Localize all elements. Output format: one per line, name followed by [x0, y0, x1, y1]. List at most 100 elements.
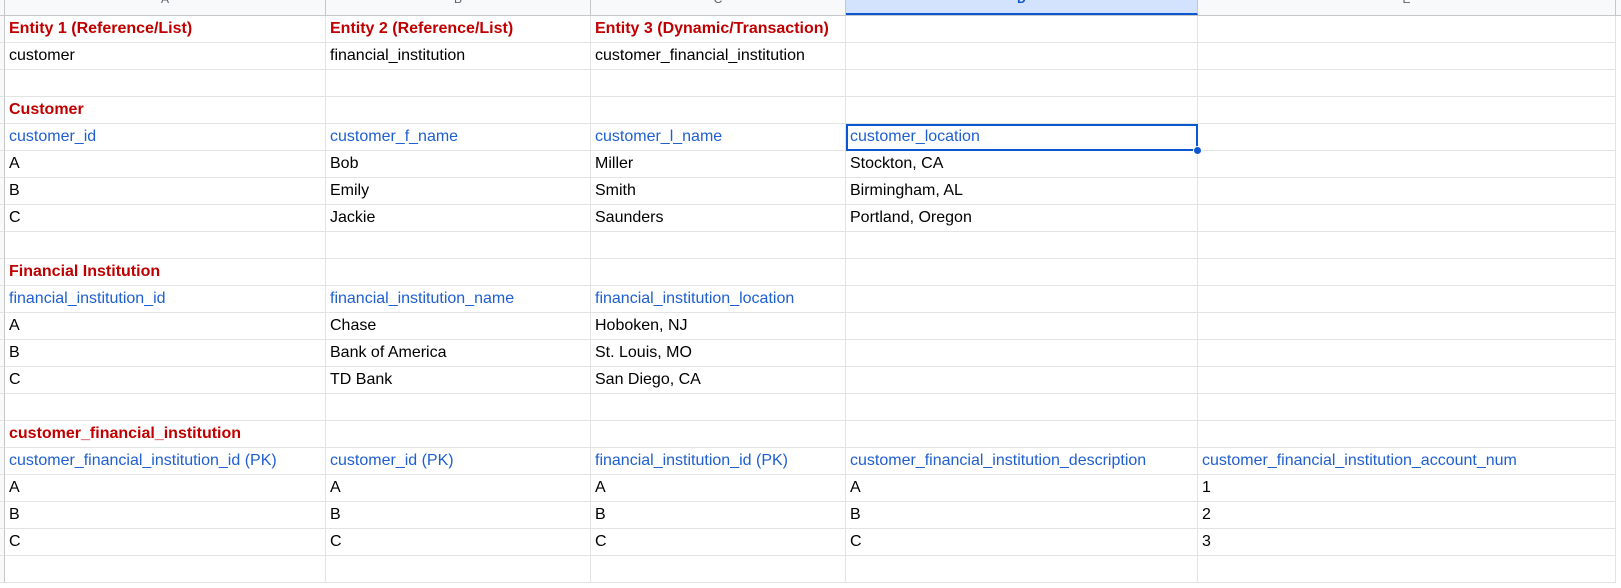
cell-d7[interactable]: Birmingham, AL — [846, 178, 1198, 205]
cell-a5[interactable]: customer_id — [5, 124, 326, 151]
cell-a12[interactable]: A — [5, 313, 326, 340]
cell-b20[interactable]: C — [326, 529, 591, 556]
cell-d18[interactable]: A — [846, 475, 1198, 502]
cell-d3[interactable] — [846, 70, 1198, 97]
cell-d15[interactable] — [846, 394, 1198, 421]
cell-c3[interactable] — [591, 70, 846, 97]
cell-c19[interactable]: B — [591, 502, 846, 529]
cell-d20[interactable]: C — [846, 529, 1198, 556]
cell-a3[interactable] — [5, 70, 326, 97]
cell-a19[interactable]: B — [5, 502, 326, 529]
cell-b5[interactable]: customer_f_name — [326, 124, 591, 151]
cell-a21[interactable] — [5, 556, 326, 583]
cell-b3[interactable] — [326, 70, 591, 97]
cell-b11[interactable]: financial_institution_name — [326, 286, 591, 313]
cell-e7[interactable] — [1198, 178, 1616, 205]
cell-d2[interactable] — [846, 43, 1198, 70]
cell-d12[interactable] — [846, 313, 1198, 340]
cell-d17[interactable]: customer_financial_institution_descripti… — [846, 448, 1198, 475]
cell-b7[interactable]: Emily — [326, 178, 591, 205]
fill-handle[interactable] — [1193, 146, 1202, 155]
cell-a20[interactable]: C — [5, 529, 326, 556]
cell-c7[interactable]: Smith — [591, 178, 846, 205]
cell-d9[interactable] — [846, 232, 1198, 259]
cell-e5[interactable] — [1198, 124, 1616, 151]
cell-b1[interactable]: Entity 2 (Reference/List) — [326, 16, 591, 43]
column-header-d[interactable]: D — [846, 0, 1198, 15]
cell-d11[interactable] — [846, 286, 1198, 313]
cell-e3[interactable] — [1198, 70, 1616, 97]
column-header-c[interactable]: C — [591, 0, 846, 15]
column-header-b[interactable]: B — [326, 0, 591, 15]
cell-d21[interactable] — [846, 556, 1198, 583]
cell-c18[interactable]: A — [591, 475, 846, 502]
cell-c17[interactable]: financial_institution_id (PK) — [591, 448, 846, 475]
cell-b6[interactable]: Bob — [326, 151, 591, 178]
cell-b13[interactable]: Bank of America — [326, 340, 591, 367]
cell-a10[interactable]: Financial Institution — [5, 259, 326, 286]
cell-e11[interactable] — [1198, 286, 1616, 313]
column-header-a[interactable]: A — [5, 0, 326, 15]
cell-d16[interactable] — [846, 421, 1198, 448]
cell-e4[interactable] — [1198, 97, 1616, 124]
cell-e15[interactable] — [1198, 394, 1616, 421]
cell-e2[interactable] — [1198, 43, 1616, 70]
cell-a16[interactable]: customer_financial_institution — [5, 421, 326, 448]
cell-e20[interactable]: 3 — [1198, 529, 1616, 556]
cell-c9[interactable] — [591, 232, 846, 259]
cell-e17[interactable]: customer_financial_institution_account_n… — [1198, 448, 1616, 475]
cell-d19[interactable]: B — [846, 502, 1198, 529]
cell-a1[interactable]: Entity 1 (Reference/List) — [5, 16, 326, 43]
cell-c4[interactable] — [591, 97, 846, 124]
cell-e10[interactable] — [1198, 259, 1616, 286]
cell-a7[interactable]: B — [5, 178, 326, 205]
cell-b18[interactable]: A — [326, 475, 591, 502]
cell-c16[interactable] — [591, 421, 846, 448]
cell-e14[interactable] — [1198, 367, 1616, 394]
cell-d6[interactable]: Stockton, CA — [846, 151, 1198, 178]
cell-b17[interactable]: customer_id (PK) — [326, 448, 591, 475]
cell-c12[interactable]: Hoboken, NJ — [591, 313, 846, 340]
cell-a6[interactable]: A — [5, 151, 326, 178]
cell-b21[interactable] — [326, 556, 591, 583]
cell-c21[interactable] — [591, 556, 846, 583]
cell-c2[interactable]: customer_financial_institution — [591, 43, 846, 70]
cell-b9[interactable] — [326, 232, 591, 259]
cell-a13[interactable]: B — [5, 340, 326, 367]
cell-c14[interactable]: San Diego, CA — [591, 367, 846, 394]
column-header-e[interactable]: E — [1198, 0, 1616, 15]
cell-e1[interactable] — [1198, 16, 1616, 43]
cell-d8[interactable]: Portland, Oregon — [846, 205, 1198, 232]
cell-c6[interactable]: Miller — [591, 151, 846, 178]
cell-d1[interactable] — [846, 16, 1198, 43]
cell-c15[interactable] — [591, 394, 846, 421]
cell-a4[interactable]: Customer — [5, 97, 326, 124]
cell-c20[interactable]: C — [591, 529, 846, 556]
cell-a15[interactable] — [5, 394, 326, 421]
cell-b2[interactable]: financial_institution — [326, 43, 591, 70]
cell-a18[interactable]: A — [5, 475, 326, 502]
cell-a11[interactable]: financial_institution_id — [5, 286, 326, 313]
cell-a8[interactable]: C — [5, 205, 326, 232]
cell-e18[interactable]: 1 — [1198, 475, 1616, 502]
cell-b12[interactable]: Chase — [326, 313, 591, 340]
cell-c13[interactable]: St. Louis, MO — [591, 340, 846, 367]
cell-e6[interactable] — [1198, 151, 1616, 178]
cell-b8[interactable]: Jackie — [326, 205, 591, 232]
cell-d10[interactable] — [846, 259, 1198, 286]
cell-d13[interactable] — [846, 340, 1198, 367]
cell-c5[interactable]: customer_l_name — [591, 124, 846, 151]
cell-a17[interactable]: customer_financial_institution_id (PK) — [5, 448, 326, 475]
cell-b19[interactable]: B — [326, 502, 591, 529]
cell-b16[interactable] — [326, 421, 591, 448]
cell-d14[interactable] — [846, 367, 1198, 394]
cell-a14[interactable]: C — [5, 367, 326, 394]
cell-c8[interactable]: Saunders — [591, 205, 846, 232]
cell-e16[interactable] — [1198, 421, 1616, 448]
cell-d5[interactable]: customer_location — [846, 124, 1202, 155]
cell-e9[interactable] — [1198, 232, 1616, 259]
cell-e12[interactable] — [1198, 313, 1616, 340]
cell-b4[interactable] — [326, 97, 591, 124]
cell-e8[interactable] — [1198, 205, 1616, 232]
cell-c1[interactable]: Entity 3 (Dynamic/Transaction) — [591, 16, 846, 43]
